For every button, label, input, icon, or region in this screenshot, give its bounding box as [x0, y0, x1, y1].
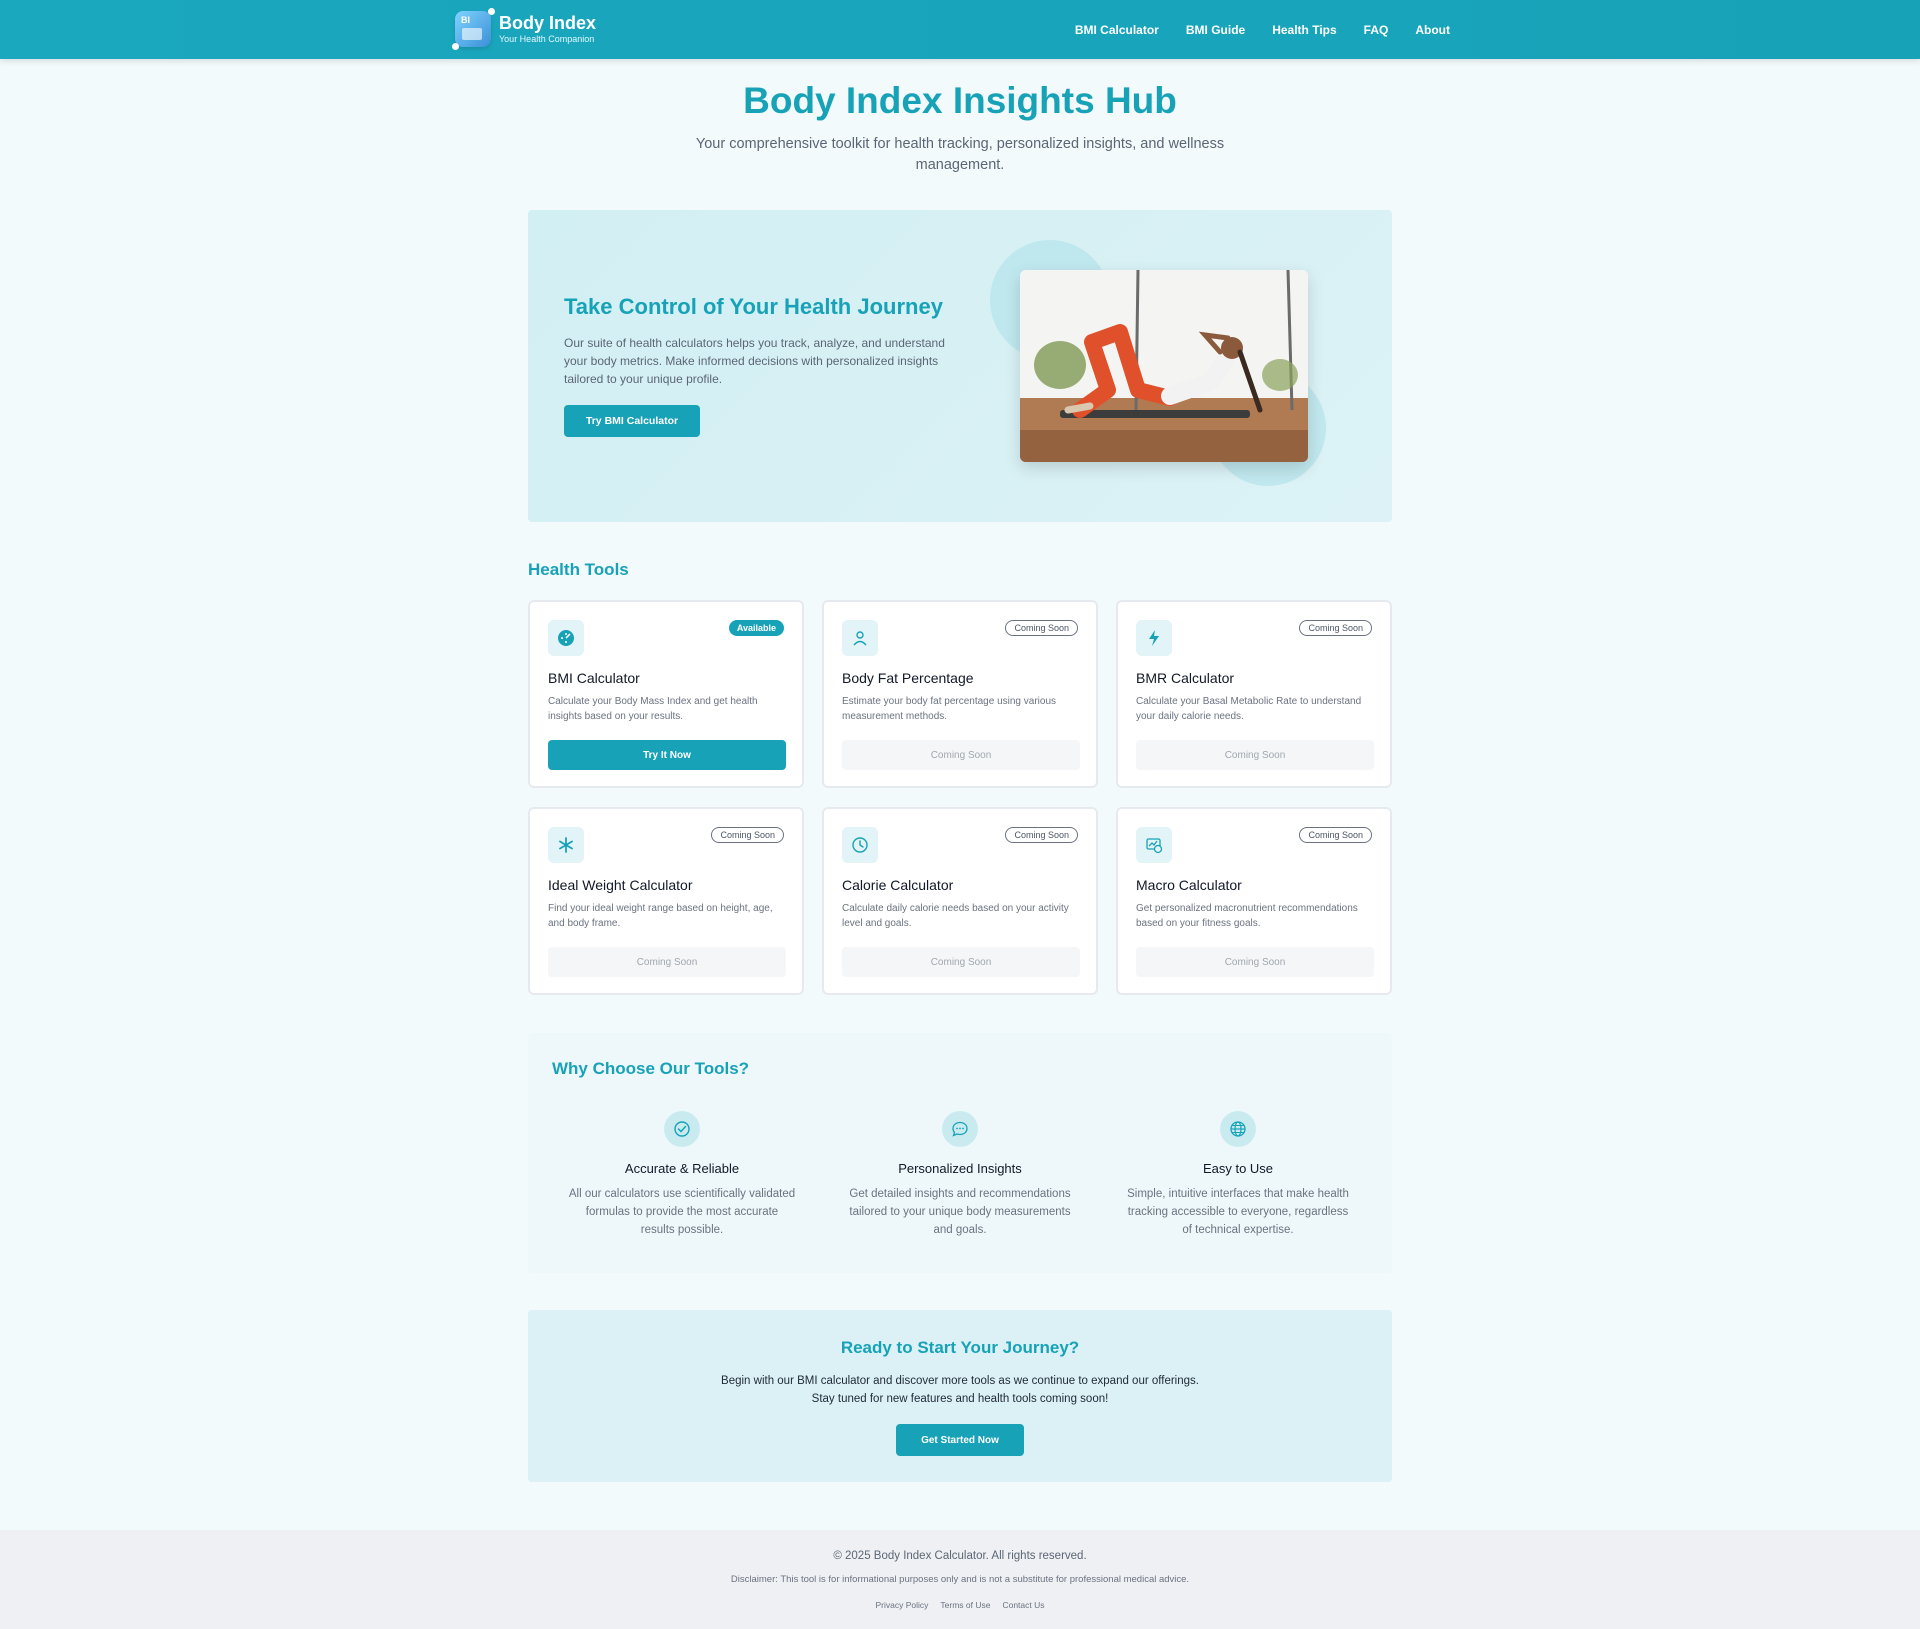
lightning-icon	[1136, 620, 1172, 656]
feature-personalized: Personalized Insights Get detailed insig…	[840, 1111, 1080, 1239]
card-title: BMI Calculator	[548, 670, 640, 686]
footer-links: Privacy Policy Terms of Use Contact Us	[0, 1600, 1920, 1610]
chat-bubble-icon	[942, 1111, 978, 1147]
card-description: Get personalized macronutrient recommend…	[1136, 903, 1358, 929]
cta-line-1: Begin with our BMI calculator and discov…	[721, 1375, 1199, 1387]
status-badge: Coming Soon	[1005, 620, 1078, 636]
status-badge: Coming Soon	[711, 827, 784, 843]
coming-soon-button: Coming Soon	[1136, 947, 1374, 977]
chart-image-icon	[1136, 827, 1172, 863]
hero-title: Take Control of Your Health Journey	[564, 294, 943, 319]
tool-card-body-fat: Coming Soon Body Fat Percentage Estimate…	[822, 600, 1098, 788]
why-choose-title: Why Choose Our Tools?	[552, 1059, 750, 1078]
try-bmi-button[interactable]: Try BMI Calculator	[564, 405, 700, 437]
nav-faq[interactable]: FAQ	[1364, 23, 1389, 37]
coming-soon-button: Coming Soon	[842, 740, 1080, 770]
page-title: Body Index Insights Hub	[743, 80, 1177, 121]
card-description: Calculate your Basal Metabolic Rate to u…	[1136, 696, 1362, 722]
status-badge: Coming Soon	[1299, 620, 1372, 636]
status-badge: Coming Soon	[1005, 827, 1078, 843]
coming-soon-button: Coming Soon	[548, 947, 786, 977]
coming-soon-button: Coming Soon	[842, 947, 1080, 977]
brand-title: Body Index	[499, 13, 597, 33]
tool-card-bmi: Available BMI Calculator Calculate your …	[528, 600, 804, 788]
copyright-text: © 2025 Body Index Calculator. All rights…	[833, 1550, 1087, 1562]
status-badge: Available	[728, 620, 784, 636]
feature-accurate: Accurate & Reliable All our calculators …	[562, 1111, 802, 1239]
cta-section: Ready to Start Your Journey? Begin with …	[528, 1310, 1392, 1482]
site-header: BI Body Index Your Health Companion BMI …	[0, 0, 1920, 59]
gauge-icon	[548, 620, 584, 656]
disclaimer-text: Disclaimer: This tool is for information…	[730, 1574, 1190, 1585]
try-it-now-button[interactable]: Try It Now	[548, 740, 786, 770]
person-icon	[842, 620, 878, 656]
brand-subtitle: Your Health Companion	[499, 34, 595, 44]
card-title: Calorie Calculator	[842, 877, 954, 893]
get-started-button[interactable]: Get Started Now	[896, 1424, 1024, 1456]
page-subtitle: Your comprehensive toolkit for health tr…	[695, 136, 1225, 173]
tool-card-ideal-weight: Coming Soon Ideal Weight Calculator Find…	[528, 807, 804, 995]
main-nav: BMI Calculator BMI Guide Health Tips FAQ…	[1075, 0, 1450, 59]
globe-icon	[1220, 1111, 1256, 1147]
card-description: Calculate your Body Mass Index and get h…	[548, 696, 758, 722]
feature-description: Get detailed insights and recommendation…	[849, 1188, 1071, 1236]
feature-title: Accurate & Reliable	[624, 1161, 740, 1176]
card-title: Ideal Weight Calculator	[548, 877, 693, 893]
feature-description: Simple, intuitive interfaces that make h…	[1127, 1188, 1349, 1236]
logo-badge-text: BI	[461, 15, 470, 25]
cta-text: Begin with our BMI calculator and discov…	[700, 1372, 1220, 1408]
tool-card-calorie: Coming Soon Calorie Calculator Calculate…	[822, 807, 1098, 995]
card-description: Estimate your body fat percentage using …	[842, 696, 1057, 722]
hero-section: Take Control of Your Health Journey Our …	[528, 210, 1392, 522]
clock-icon	[842, 827, 878, 863]
card-title: Body Fat Percentage	[842, 670, 974, 686]
logo-icon: BI	[452, 8, 495, 50]
nav-bmi-guide[interactable]: BMI Guide	[1186, 23, 1245, 37]
card-description: Find your ideal weight range based on he…	[548, 903, 773, 929]
hero-text: Our suite of health calculators helps yo…	[564, 336, 945, 386]
asterisk-icon	[548, 827, 584, 863]
contact-us-link[interactable]: Contact Us	[1002, 1600, 1044, 1610]
health-tools-title: Health Tools	[528, 560, 629, 579]
tool-card-bmr: Coming Soon BMR Calculator Calculate you…	[1116, 600, 1392, 788]
why-choose-section: Why Choose Our Tools? Accurate & Reliabl…	[528, 1033, 1392, 1273]
feature-title: Easy to Use	[1202, 1161, 1274, 1176]
card-description: Calculate daily calorie needs based on y…	[842, 903, 1069, 929]
nav-health-tips[interactable]: Health Tips	[1272, 23, 1336, 37]
nav-about[interactable]: About	[1415, 23, 1450, 37]
cta-line-2: Stay tuned for new features and health t…	[811, 1393, 1109, 1405]
cta-title: Ready to Start Your Journey?	[840, 1338, 1080, 1357]
brand-logo[interactable]: BI Body Index Your Health Companion	[452, 8, 597, 50]
terms-of-use-link[interactable]: Terms of Use	[940, 1600, 990, 1610]
card-title: BMR Calculator	[1136, 670, 1235, 686]
feature-description: All our calculators use scientifically v…	[568, 1188, 796, 1236]
status-badge: Coming Soon	[1299, 827, 1372, 843]
woman-exercising-photo	[1020, 270, 1308, 462]
nav-bmi-calculator[interactable]: BMI Calculator	[1075, 23, 1159, 37]
check-circle-icon	[664, 1111, 700, 1147]
feature-easy: Easy to Use Simple, intuitive interfaces…	[1118, 1111, 1358, 1239]
tool-card-macro: Coming Soon Macro Calculator Get persona…	[1116, 807, 1392, 995]
feature-title: Personalized Insights	[898, 1161, 1022, 1176]
privacy-policy-link[interactable]: Privacy Policy	[875, 1600, 928, 1610]
coming-soon-button: Coming Soon	[1136, 740, 1374, 770]
site-footer: © 2025 Body Index Calculator. All rights…	[0, 1530, 1920, 1629]
card-title: Macro Calculator	[1136, 877, 1242, 893]
